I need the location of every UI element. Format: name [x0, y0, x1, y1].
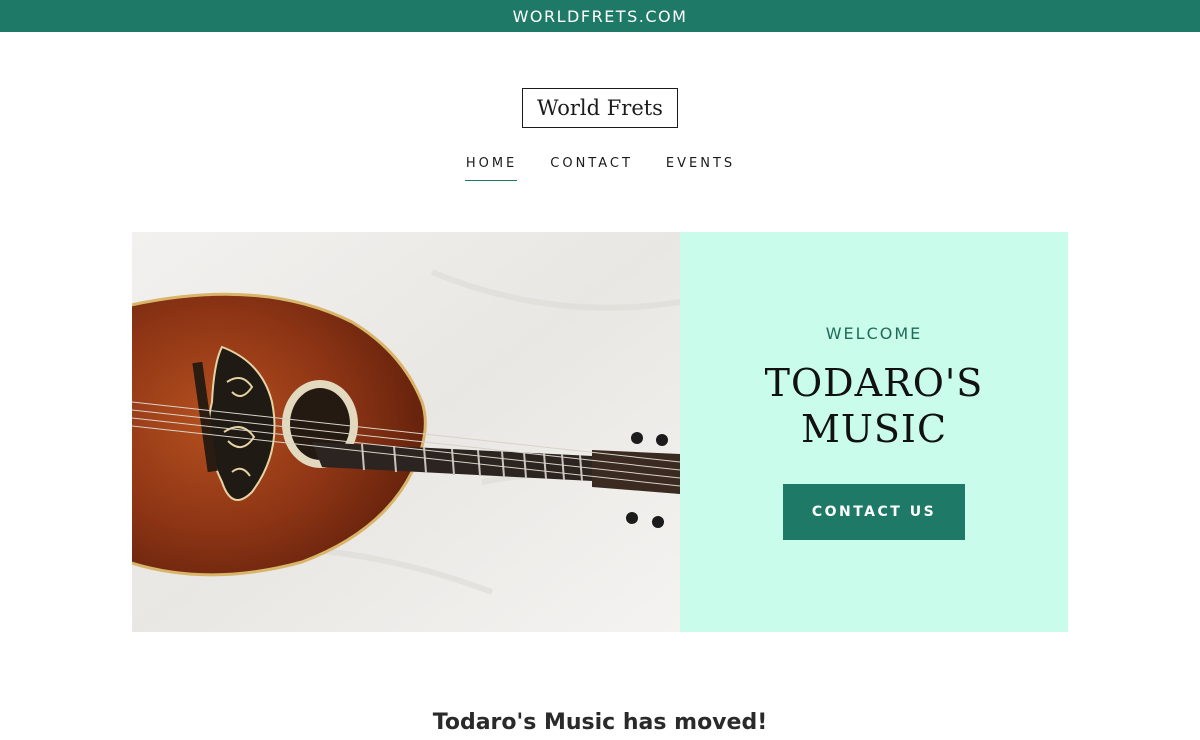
nav-item-home[interactable]: HOME [464, 154, 518, 181]
site-logo[interactable]: World Frets [522, 88, 678, 128]
mandolin-illustration [132, 232, 680, 632]
hero-title-line2: MUSIC [800, 407, 948, 451]
contact-us-button[interactable]: CONTACT US [783, 484, 965, 540]
site-domain-label: WORLDFRETS.COM [512, 6, 688, 26]
nav-item-contact[interactable]: CONTACT [549, 154, 633, 181]
hero-title-line1: TODARO'S [764, 361, 984, 405]
main-nav: HOME CONTACT EVENTS [0, 154, 1200, 184]
hero-welcome-panel: WELCOME TODARO'S MUSIC CONTACT US [680, 232, 1068, 632]
moved-heading: Todaro's Music has moved! [432, 710, 768, 735]
welcome-eyebrow: WELCOME [825, 324, 923, 343]
nav-item-events[interactable]: EVENTS [665, 154, 735, 181]
hero-title: TODARO'S MUSIC [680, 360, 1068, 452]
top-announcement-bar: WORLDFRETS.COM [0, 0, 1200, 32]
hero-mandolin-image [132, 232, 680, 632]
